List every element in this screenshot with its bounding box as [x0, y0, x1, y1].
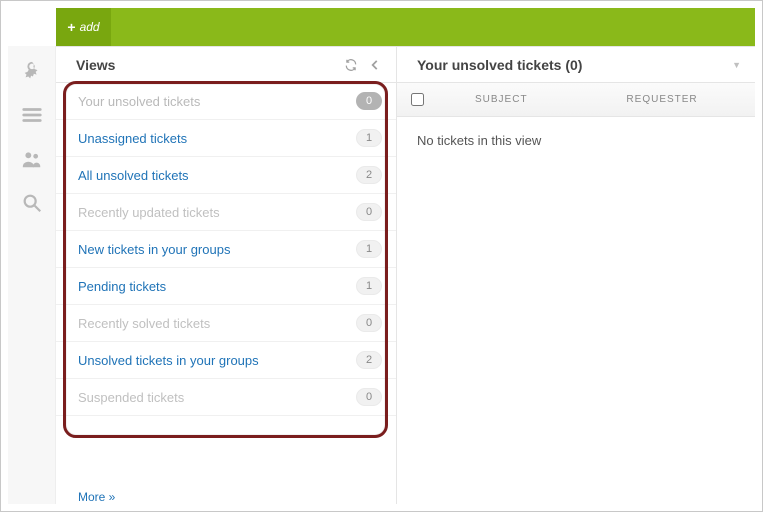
view-row-label: New tickets in your groups — [78, 242, 356, 257]
count-badge: 1 — [356, 277, 382, 295]
tickets-pane: Your unsolved tickets (0) ▼ SUBJECT REQU… — [397, 47, 755, 504]
view-row-label: Unsolved tickets in your groups — [78, 353, 356, 368]
view-row[interactable]: Your unsolved tickets0 — [56, 83, 396, 120]
view-row-label: Pending tickets — [78, 279, 356, 294]
select-all-checkbox[interactable] — [411, 93, 424, 106]
view-row[interactable]: Pending tickets1 — [56, 268, 396, 305]
collapse-icon[interactable] — [368, 58, 382, 72]
views-pane: Views Your unsolved tickets0Unassigned t… — [56, 47, 397, 504]
count-badge: 1 — [356, 129, 382, 147]
select-all-cell — [397, 93, 437, 106]
view-row-label: Suspended tickets — [78, 390, 356, 405]
users-icon[interactable] — [21, 148, 43, 170]
count-badge: 0 — [356, 92, 382, 110]
empty-state-message: No tickets in this view — [397, 117, 755, 164]
count-badge: 2 — [356, 166, 382, 184]
view-row[interactable]: Recently solved tickets0 — [56, 305, 396, 342]
search-icon[interactable] — [21, 192, 43, 214]
view-row-label: Unassigned tickets — [78, 131, 356, 146]
views-list: Your unsolved tickets0Unassigned tickets… — [56, 83, 396, 479]
count-badge: 0 — [356, 388, 382, 406]
tickets-table-header: SUBJECT REQUESTER — [397, 83, 755, 117]
count-badge: 0 — [356, 203, 382, 221]
column-subject[interactable]: SUBJECT — [437, 94, 616, 105]
count-badge: 2 — [356, 351, 382, 369]
view-row[interactable]: New tickets in your groups1 — [56, 231, 396, 268]
content-area: Views Your unsolved tickets0Unassigned t… — [56, 46, 755, 504]
more-link[interactable]: More » — [78, 490, 115, 504]
view-row[interactable]: Suspended tickets0 — [56, 379, 396, 416]
add-button-label: add — [80, 20, 100, 34]
view-row[interactable]: Recently updated tickets0 — [56, 194, 396, 231]
view-row[interactable]: Unsolved tickets in your groups2 — [56, 342, 396, 379]
view-row-label: Recently updated tickets — [78, 205, 356, 220]
tickets-title: Your unsolved tickets (0) — [417, 57, 726, 73]
column-requester[interactable]: REQUESTER — [616, 94, 755, 105]
more-link-container: More » — [56, 479, 396, 504]
view-row-label: All unsolved tickets — [78, 168, 356, 183]
view-row[interactable]: All unsolved tickets2 — [56, 157, 396, 194]
app-root: + add Views — [0, 0, 763, 512]
add-button[interactable]: + add — [56, 8, 111, 46]
menu-icon[interactable] — [21, 104, 43, 126]
chevron-down-icon[interactable]: ▼ — [732, 60, 741, 70]
view-row-label: Your unsolved tickets — [78, 94, 356, 109]
count-badge: 0 — [356, 314, 382, 332]
left-nav-rail — [8, 46, 56, 504]
views-title: Views — [76, 57, 334, 73]
topbar: + add — [56, 8, 755, 46]
refresh-icon[interactable] — [344, 58, 358, 72]
plus-icon: + — [67, 20, 75, 34]
dashboard-icon[interactable] — [21, 60, 43, 82]
view-row-label: Recently solved tickets — [78, 316, 356, 331]
views-header: Views — [56, 47, 396, 83]
view-row[interactable]: Unassigned tickets1 — [56, 120, 396, 157]
tickets-header: Your unsolved tickets (0) ▼ — [397, 47, 755, 83]
count-badge: 1 — [356, 240, 382, 258]
